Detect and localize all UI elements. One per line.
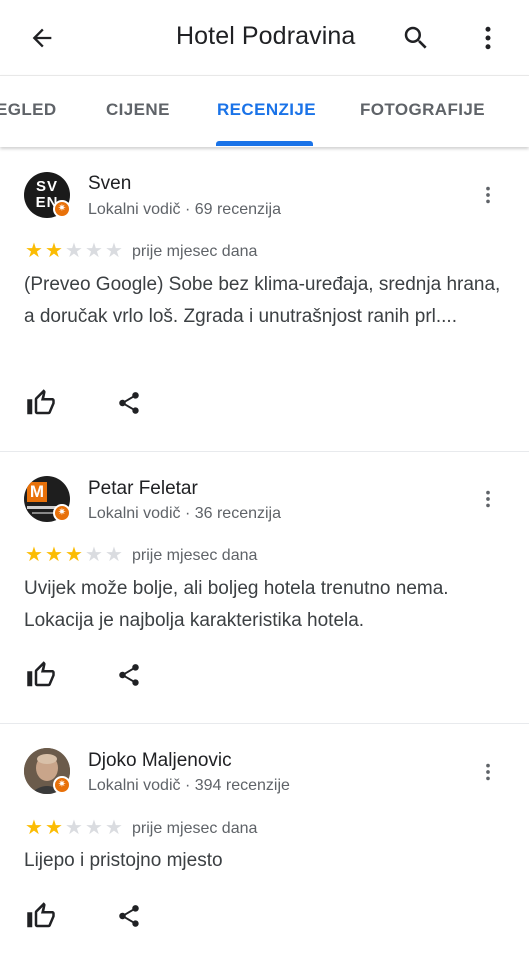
reviewer-meta: Lokalni vodič · 69 recenzija xyxy=(88,201,281,218)
search-icon xyxy=(404,26,427,49)
review-date: prije mjesec dana xyxy=(132,243,258,260)
share-button[interactable] xyxy=(116,903,144,931)
thumb-up-icon xyxy=(27,389,55,415)
star-empty-icon: ★ xyxy=(85,240,103,262)
arrow-back-icon xyxy=(32,28,52,48)
star-filled-icon: ★ xyxy=(65,544,83,566)
reviewer-name[interactable]: Petar Feletar xyxy=(88,478,198,500)
thumb-up-icon xyxy=(27,661,55,687)
share-icon xyxy=(119,392,139,414)
page-title: Hotel Podravina xyxy=(176,22,356,50)
local-guide-badge-icon: ✷ xyxy=(53,504,71,522)
star-empty-icon: ★ xyxy=(105,817,123,839)
like-button[interactable] xyxy=(26,901,58,933)
more-vert-icon xyxy=(486,490,490,508)
star-rating: ★ ★ ★ ★ ★ xyxy=(24,545,124,565)
active-tab-indicator xyxy=(216,141,313,146)
search-button[interactable] xyxy=(398,20,434,56)
local-guide-badge-icon: ✷ xyxy=(53,776,71,794)
divider xyxy=(0,723,529,724)
star-empty-icon: ★ xyxy=(65,817,83,839)
star-empty-icon: ★ xyxy=(85,544,103,566)
star-empty-icon: ★ xyxy=(105,240,123,262)
review-date: prije mjesec dana xyxy=(132,547,258,564)
star-filled-icon: ★ xyxy=(25,817,43,839)
back-button[interactable] xyxy=(24,20,60,56)
thumb-up-icon xyxy=(27,902,55,928)
star-rating: ★ ★ ★ ★ ★ xyxy=(24,818,124,838)
reviewer-name[interactable]: Djoko Maljenovic xyxy=(88,750,232,772)
share-icon xyxy=(119,905,139,927)
review-date: prije mjesec dana xyxy=(132,820,258,837)
more-vert-icon xyxy=(485,26,491,50)
tab-bar: EGLED CIJENE RECENZIJE FOTOGRAFIJE xyxy=(0,75,529,147)
star-empty-icon: ★ xyxy=(105,544,123,566)
tab-prices[interactable]: CIJENE xyxy=(106,100,170,120)
tab-overview[interactable]: EGLED xyxy=(0,100,57,120)
review-more-button[interactable] xyxy=(477,180,499,210)
more-vert-icon xyxy=(486,186,490,204)
review-more-button[interactable] xyxy=(477,484,499,514)
app-bar: Hotel Podravina xyxy=(0,0,529,75)
tab-photos[interactable]: FOTOGRAFIJE xyxy=(360,100,485,120)
local-guide-badge-icon: ✷ xyxy=(53,200,71,218)
avatar-text: M xyxy=(27,482,47,502)
review-text[interactable]: Lijepo i pristojno mjesto xyxy=(24,845,509,877)
share-button[interactable] xyxy=(116,390,144,418)
like-button[interactable] xyxy=(26,660,58,692)
review-text[interactable]: (Preveo Google) Sobe bez klima-uređaja, … xyxy=(24,269,509,333)
tab-reviews[interactable]: RECENZIJE xyxy=(217,100,316,120)
star-filled-icon: ★ xyxy=(45,544,63,566)
star-filled-icon: ★ xyxy=(45,817,63,839)
share-button[interactable] xyxy=(116,662,144,690)
reviewer-name[interactable]: Sven xyxy=(88,173,131,195)
star-empty-icon: ★ xyxy=(65,240,83,262)
review-more-button[interactable] xyxy=(477,757,499,787)
review-text[interactable]: Uvijek može bolje, ali boljeg hotela tre… xyxy=(24,573,509,637)
more-options-button[interactable] xyxy=(470,20,506,56)
star-filled-icon: ★ xyxy=(45,240,63,262)
reviewer-meta: Lokalni vodič · 394 recenzije xyxy=(88,777,290,794)
star-rating: ★ ★ ★ ★ ★ xyxy=(24,241,124,261)
reviewer-meta: Lokalni vodič · 36 recenzija xyxy=(88,505,281,522)
like-button[interactable] xyxy=(26,388,58,420)
star-filled-icon: ★ xyxy=(25,240,43,262)
star-empty-icon: ★ xyxy=(85,817,103,839)
star-filled-icon: ★ xyxy=(25,544,43,566)
share-icon xyxy=(119,664,139,686)
more-vert-icon xyxy=(486,763,490,781)
divider xyxy=(0,451,529,452)
